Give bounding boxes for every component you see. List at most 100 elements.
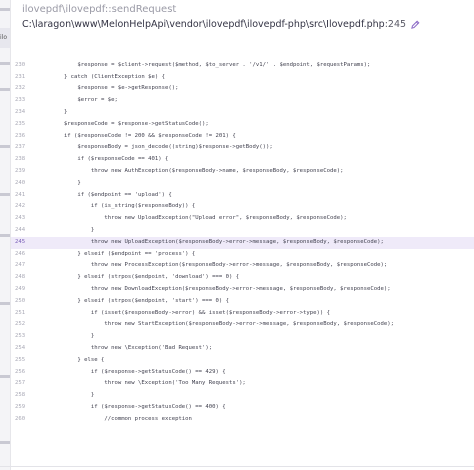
code-line: 239 throw new AuthException($responseBod… xyxy=(11,166,474,178)
line-number: 243 xyxy=(15,215,26,222)
line-number: 246 xyxy=(15,250,26,257)
line-number: 255 xyxy=(15,356,26,363)
code-line: 258 } xyxy=(11,390,474,402)
code-text: if ($endpoint == 'upload') { xyxy=(37,191,172,198)
code-line: 234 } xyxy=(11,107,474,119)
code-line: 236 if ($responseCode != 200 && $respons… xyxy=(11,131,474,143)
line-number: 236 xyxy=(15,132,26,139)
code-line: 233 $error = $e; xyxy=(11,95,474,107)
code-text: $response = $e->getResponse(); xyxy=(37,85,179,92)
line-number xyxy=(11,48,37,60)
stack-frame-header: ilovepdf\ilovepdf::sendRequest C:\larago… xyxy=(22,3,462,31)
sidebar-marker xyxy=(0,62,10,65)
code-line: 247 throw new ProcessException($response… xyxy=(11,260,474,272)
line-number: 241 xyxy=(15,191,26,198)
code-text: throw new \Exception('Bad Request'); xyxy=(37,344,213,351)
code-line: 231 } catch (ClientException $e) { xyxy=(11,72,474,84)
line-number: 235 xyxy=(15,120,26,127)
line-number: 250 xyxy=(15,297,26,304)
code-line: 237 $responseBody = json_decode((string)… xyxy=(11,142,474,154)
code-viewer: 230 $response = $client->request($method… xyxy=(11,48,474,426)
code-line: 254 throw new \Exception('Bad Request'); xyxy=(11,343,474,355)
code-text: throw new ProcessException($responseBody… xyxy=(37,262,388,269)
line-number: 251 xyxy=(15,309,26,316)
code-line: 248 } elseif (strpos($endpoint, 'downloa… xyxy=(11,272,474,284)
code-text: throw new UploadException($responseBody-… xyxy=(37,238,384,245)
line-number: 237 xyxy=(15,144,26,151)
line-number: 238 xyxy=(15,156,26,163)
code-text: throw new \Exception('Too Many Requests'… xyxy=(37,380,246,387)
sidebar-marker xyxy=(0,8,10,11)
line-number: 258 xyxy=(15,392,26,399)
code-text: $responseBody = json_decode((string)$res… xyxy=(37,144,273,151)
line-number: 239 xyxy=(15,167,26,174)
code-text: $responseCode = $response->getStatusCode… xyxy=(37,120,209,127)
code-text: } xyxy=(37,226,95,233)
code-text: throw new StartException($responseBody->… xyxy=(37,321,394,328)
code-text: throw new UploadException("Upload error"… xyxy=(37,215,347,222)
left-sidebar-strip: ilo xyxy=(0,0,11,470)
code-line: 250 } elseif (strpos($endpoint, 'start')… xyxy=(11,296,474,308)
code-text: } else { xyxy=(37,356,105,363)
code-line: 241 if ($endpoint == 'upload') { xyxy=(11,190,474,202)
code-line: 230 $response = $client->request($method… xyxy=(11,60,474,72)
line-number: 234 xyxy=(15,108,26,115)
line-number: 249 xyxy=(15,285,26,292)
line-number: 254 xyxy=(15,344,26,351)
code-text: } catch (ClientException $e) { xyxy=(37,73,165,80)
code-line: 243 throw new UploadException("Upload er… xyxy=(11,213,474,225)
frame-title: ilovepdf\ilovepdf::sendRequest xyxy=(22,4,177,15)
code-line: 235 $responseCode = $response->getStatus… xyxy=(11,119,474,131)
code-text: throw new DownloadException($responseBod… xyxy=(37,285,391,292)
code-text: if ($response->getStatusCode() == 400) { xyxy=(37,403,226,410)
code-line: 244 } xyxy=(11,225,474,237)
code-line-highlighted: 245 throw new UploadException($responseB… xyxy=(11,236,474,249)
code-line: 251 if (isset($responseBody->error) && i… xyxy=(11,308,474,320)
bottom-divider xyxy=(0,466,474,467)
code-line: 253 } xyxy=(11,331,474,343)
code-line: 240 } xyxy=(11,178,474,190)
code-line: 260 //common process exception xyxy=(11,414,474,426)
code-text: if ($response->getStatusCode() == 429) { xyxy=(37,368,226,375)
code-line: 232 $response = $e->getResponse(); xyxy=(11,83,474,95)
code-text: } xyxy=(37,392,95,399)
code-text: } xyxy=(37,179,81,186)
line-number: 244 xyxy=(15,226,26,233)
code-line: 256 if ($response->getStatusCode() == 42… xyxy=(11,367,474,379)
code-line: 255 } else { xyxy=(11,355,474,367)
line-number: 248 xyxy=(15,274,26,281)
file-path-text[interactable]: C:\laragon\www\MelonHelpApi\vendor\ilove… xyxy=(22,18,385,31)
code-text: if (is_string($responseBody)) { xyxy=(37,203,196,210)
frame-file-path[interactable]: C:\laragon\www\MelonHelpApi\vendor\ilove… xyxy=(22,18,462,31)
sidebar-marker xyxy=(0,193,10,196)
code-text: //common process exception xyxy=(37,415,192,422)
sidebar-marker xyxy=(0,441,10,444)
code-text: } elseif ($endpoint == 'process') { xyxy=(37,250,196,257)
line-number: 259 xyxy=(15,403,26,410)
line-number: 230 xyxy=(15,61,26,68)
code-text: if (isset($responseBody->error) && isset… xyxy=(37,309,330,316)
line-reference: :245 xyxy=(384,19,407,30)
code-line: 249 throw new DownloadException($respons… xyxy=(11,284,474,296)
code-text: } elseif (strpos($endpoint, 'download') … xyxy=(37,274,240,281)
line-number: 253 xyxy=(15,333,26,340)
code-line: 259 if ($response->getStatusCode() == 40… xyxy=(11,402,474,414)
line-number: 231 xyxy=(15,73,26,80)
sidebar-marker xyxy=(0,145,10,148)
code-text: } xyxy=(37,333,95,340)
code-text: } elseif (strpos($endpoint, 'start') ===… xyxy=(37,297,229,304)
code-text: $response = $client->request($method, $t… xyxy=(37,61,371,68)
code-line: 238 if ($responseCode == 401) { xyxy=(11,154,474,166)
code-text: } xyxy=(37,108,68,115)
line-number: 233 xyxy=(15,97,26,104)
code-text: throw new AuthException($responseBody->n… xyxy=(37,167,344,174)
sidebar-tab[interactable]: ilo xyxy=(0,28,10,48)
code-line: 252 throw new StartException($responseBo… xyxy=(11,319,474,331)
line-number: 257 xyxy=(15,380,26,387)
sidebar-marker xyxy=(0,88,10,91)
code-text: $error = $e; xyxy=(37,97,118,104)
line-number: 256 xyxy=(15,368,26,375)
sidebar-marker xyxy=(0,234,10,237)
pencil-icon[interactable] xyxy=(411,20,420,29)
